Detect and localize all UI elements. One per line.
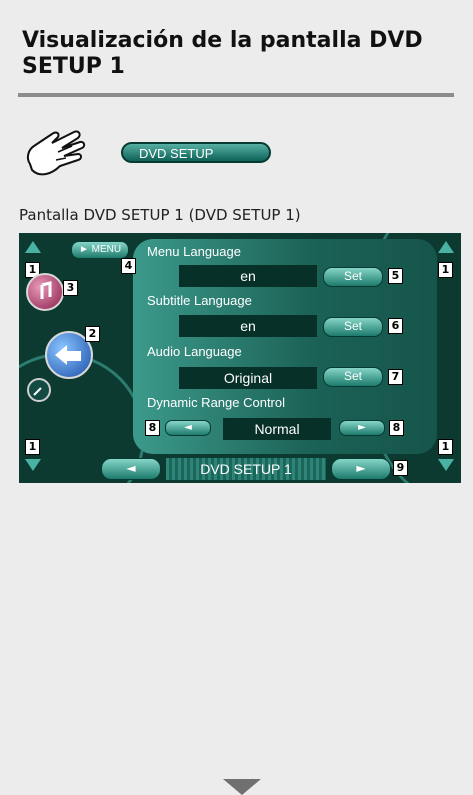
- subtitle-language-value: en: [179, 315, 317, 337]
- audio-language-set-button[interactable]: Set: [323, 367, 383, 387]
- menu-language-label: Menu Language: [147, 244, 241, 259]
- audio-language-label: Audio Language: [147, 344, 242, 359]
- screen-title: DVD SETUP 1: [165, 457, 327, 481]
- callout-4: 4: [121, 258, 136, 274]
- hand-pointer-icon: [26, 130, 86, 176]
- menu-language-value: en: [179, 265, 317, 287]
- dvd-setup-button[interactable]: DVD SETUP: [121, 142, 271, 163]
- section-title: Visualización de la pantalla DVD SETUP 1: [22, 28, 423, 79]
- wrench-icon[interactable]: [27, 378, 51, 402]
- callout-6: 6: [388, 318, 403, 334]
- callout-1: 1: [438, 439, 453, 455]
- screen-caption: Pantalla DVD SETUP 1 (DVD SETUP 1): [19, 206, 301, 224]
- drc-next-button[interactable]: ►: [339, 420, 385, 436]
- callout-8: 8: [145, 420, 160, 436]
- callout-8: 8: [389, 420, 404, 436]
- callout-5: 5: [388, 268, 403, 284]
- subtitle-language-set-button[interactable]: Set: [323, 317, 383, 337]
- callout-2: 2: [85, 326, 100, 342]
- page-down-arrow-icon: [223, 779, 261, 795]
- prev-page-button[interactable]: ◄: [101, 458, 161, 480]
- scroll-up-icon[interactable]: [438, 241, 454, 253]
- dvd-setup-screen: 1 1 1 1 ► MENU 4 3 2 Menu Language en Se…: [19, 233, 461, 483]
- callout-1: 1: [438, 262, 453, 278]
- subtitle-language-label: Subtitle Language: [147, 293, 252, 308]
- drc-prev-button[interactable]: ◄: [165, 420, 211, 436]
- callout-3: 3: [63, 280, 78, 296]
- callout-1: 1: [25, 439, 40, 455]
- next-page-button[interactable]: ►: [331, 458, 391, 480]
- menu-language-set-button[interactable]: Set: [323, 267, 383, 287]
- drc-label: Dynamic Range Control: [147, 395, 286, 410]
- scroll-down-icon[interactable]: [25, 459, 41, 471]
- scroll-up-icon[interactable]: [25, 241, 41, 253]
- callout-9: 9: [393, 460, 408, 476]
- music-note-icon[interactable]: [26, 273, 64, 311]
- audio-language-value: Original: [179, 367, 317, 389]
- drc-value: Normal: [223, 418, 331, 440]
- menu-button[interactable]: ► MENU: [71, 241, 129, 259]
- callout-7: 7: [388, 369, 403, 385]
- title-divider: [18, 93, 454, 97]
- scroll-down-icon[interactable]: [438, 459, 454, 471]
